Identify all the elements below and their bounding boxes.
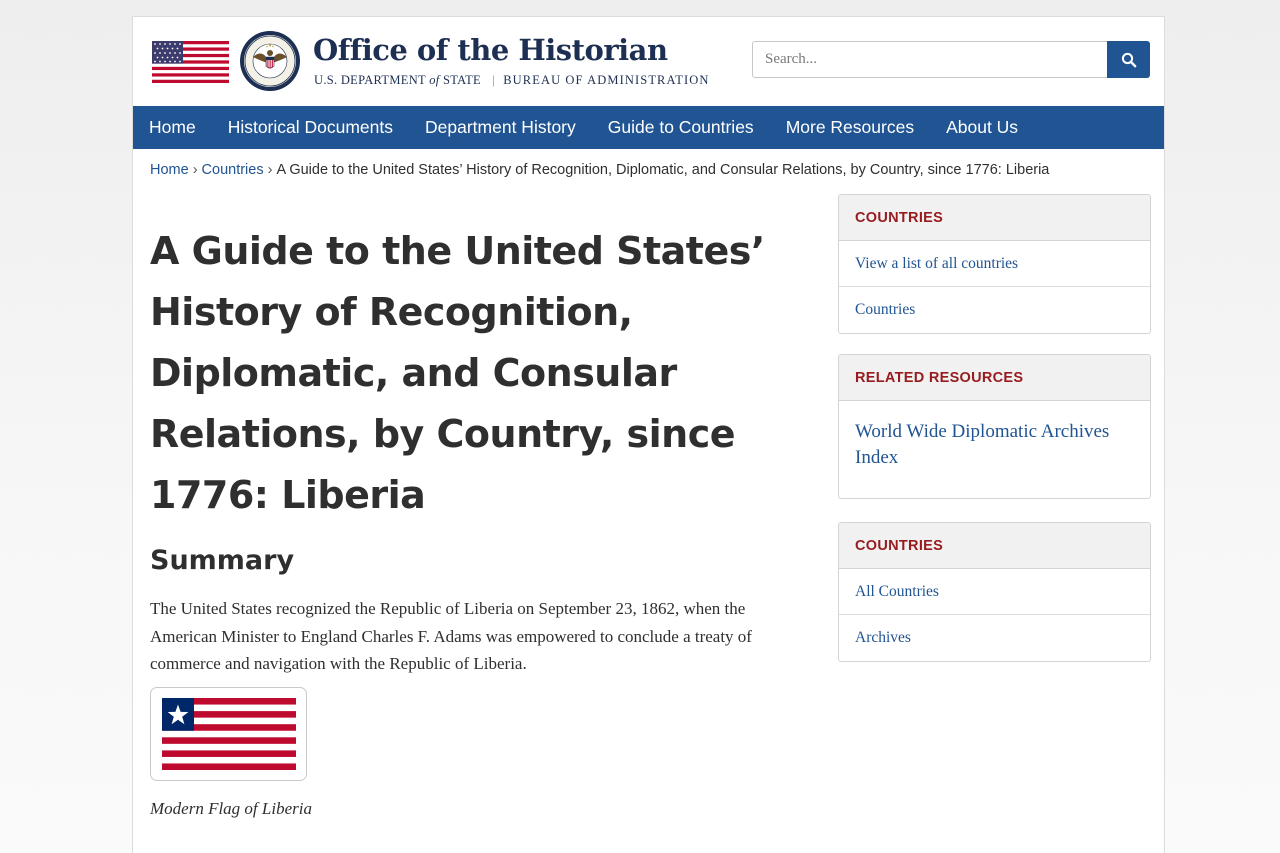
nav-guide-to-countries[interactable]: Guide to Countries xyxy=(608,117,754,138)
nav-historical-documents[interactable]: Historical Documents xyxy=(228,117,393,138)
search-button[interactable] xyxy=(1107,41,1150,78)
liberia-flag-icon xyxy=(162,698,296,770)
summary-heading: Summary xyxy=(150,545,295,576)
breadcrumb-current: A Guide to the United States’ History of… xyxy=(276,162,1050,178)
flag-caption: Modern Flag of Liberia xyxy=(150,799,312,818)
sidebar-panel-countries-2: COUNTRIES All Countries Archives xyxy=(838,522,1151,662)
bureau-name: BUREAU OF ADMINISTRATION xyxy=(503,73,710,87)
nav-department-history[interactable]: Department History xyxy=(425,117,576,138)
search-icon xyxy=(1121,52,1136,67)
site-header: Office of the Historian U.S. DEPARTMENT … xyxy=(133,17,1164,106)
subtitle-divider: | xyxy=(492,73,496,87)
summary-text: The United States recognized the Republi… xyxy=(150,599,752,673)
dept-part2: STATE xyxy=(442,73,481,87)
dept-part1: U.S. DEPARTMENT xyxy=(314,73,426,87)
panel-heading: RELATED RESOURCES xyxy=(839,355,1150,401)
us-flag-icon xyxy=(152,41,229,83)
link-countries[interactable]: Countries xyxy=(839,287,1150,333)
link-view-all-countries[interactable]: View a list of all countries xyxy=(839,241,1150,287)
panel-heading: COUNTRIES xyxy=(839,195,1150,241)
main-nav: Home Historical Documents Department His… xyxy=(133,106,1164,149)
liberia-flag-thumbnail[interactable] xyxy=(150,687,307,781)
panel-heading: COUNTRIES xyxy=(839,523,1150,569)
page-title: A Guide to the United States’ History of… xyxy=(150,229,765,517)
breadcrumb-home[interactable]: Home xyxy=(150,162,189,178)
nav-about-us[interactable]: About Us xyxy=(946,117,1018,138)
department-subtitle: U.S. DEPARTMENT of STATE | BUREAU OF ADMI… xyxy=(314,73,710,88)
search-input[interactable] xyxy=(752,41,1108,78)
sidebar-panel-countries: COUNTRIES View a list of all countries C… xyxy=(838,194,1151,334)
site-title[interactable]: Office of the Historian xyxy=(313,33,668,67)
breadcrumb-separator: › xyxy=(192,162,198,178)
link-world-wide-diplomatic-archives-index[interactable]: World Wide Diplomatic Archives Index xyxy=(839,401,1150,498)
nav-home[interactable]: Home xyxy=(149,117,196,138)
breadcrumb: Home › Countries › A Guide to the United Sta… xyxy=(150,162,1049,178)
link-all-countries[interactable]: All Countries xyxy=(839,569,1150,615)
nav-more-resources[interactable]: More Resources xyxy=(786,117,914,138)
page-container: Office of the Historian U.S. DEPARTMENT … xyxy=(132,16,1165,853)
breadcrumb-countries[interactable]: Countries xyxy=(202,162,264,178)
breadcrumb-separator: › xyxy=(267,162,273,178)
dept-of: of xyxy=(429,73,440,87)
link-archives[interactable]: Archives xyxy=(839,615,1150,661)
state-department-seal-icon xyxy=(240,31,300,91)
sidebar-panel-related-resources: RELATED RESOURCES World Wide Diplomatic … xyxy=(838,354,1151,499)
